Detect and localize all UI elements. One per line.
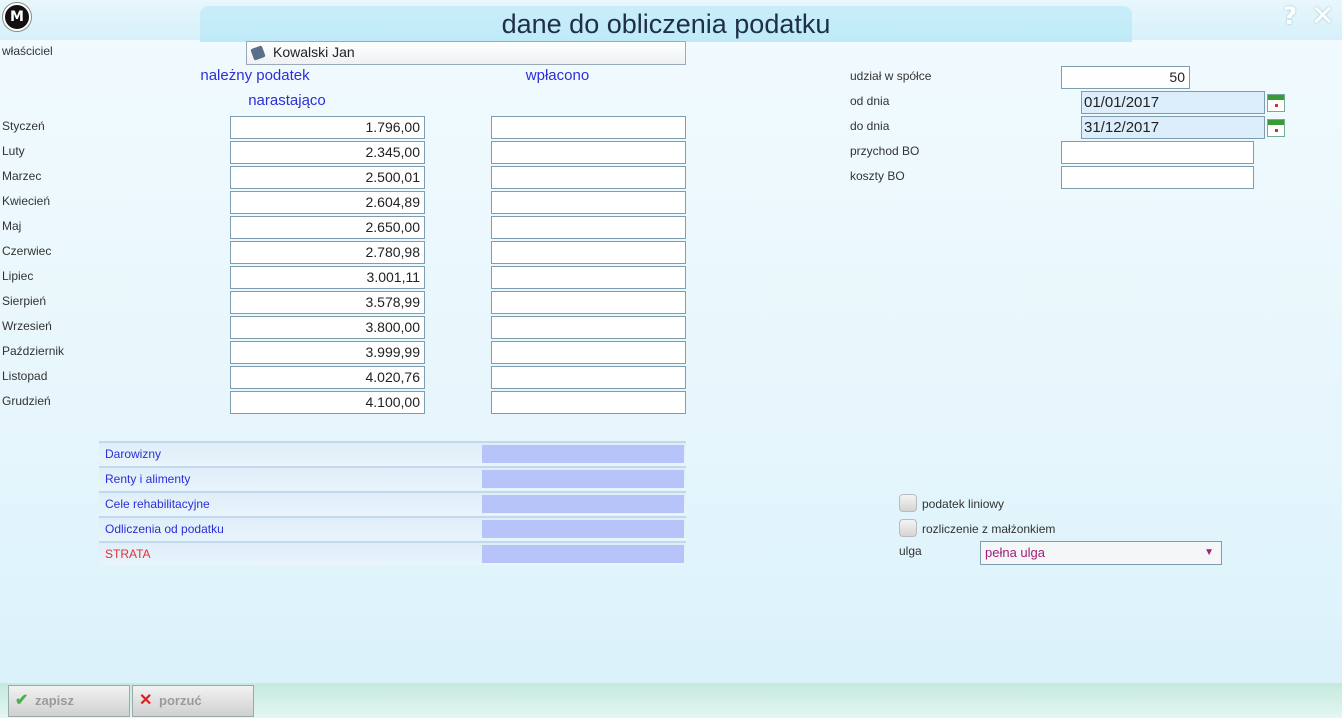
deduction-value-field[interactable]: [482, 470, 684, 488]
paid-input[interactable]: [491, 366, 686, 389]
paid-column-header: wpłacono: [525, 67, 590, 84]
chevron-down-icon: ▼: [1204, 547, 1214, 558]
deduction-label: STRATA: [105, 547, 151, 561]
spouse-checkbox[interactable]: [899, 519, 917, 537]
discard-button[interactable]: ✕ porzuć: [132, 685, 254, 717]
deduction-label: Renty i alimenty: [105, 472, 191, 486]
relief-select[interactable]: pełna ulga ▼: [980, 541, 1222, 565]
month-label: Lipiec: [2, 269, 34, 283]
help-icon[interactable]: ?: [1283, 2, 1297, 30]
due-tax-input[interactable]: 1.796,00: [230, 116, 425, 139]
deduction-label: Darowizny: [105, 447, 162, 461]
due-tax-input[interactable]: 3.999,99: [230, 341, 425, 364]
due-tax-input[interactable]: 2.345,00: [230, 141, 425, 164]
paid-input[interactable]: [491, 266, 686, 289]
linear-tax-checkbox[interactable]: [899, 494, 917, 512]
deduction-label: Cele rehabilitacyjne: [105, 497, 210, 511]
due-tax-input[interactable]: 2.650,00: [230, 216, 425, 239]
month-label: Wrzesień: [2, 319, 52, 333]
due-tax-input[interactable]: 2.500,01: [230, 166, 425, 189]
discard-label: porzuć: [159, 693, 202, 708]
costs-label: koszty BO: [850, 169, 905, 183]
costs-input[interactable]: [1061, 166, 1254, 189]
cross-icon: ✕: [139, 692, 153, 709]
from-date-label: od dnia: [850, 94, 890, 108]
paid-input[interactable]: [491, 291, 686, 314]
deduction-value-field[interactable]: [482, 545, 684, 563]
month-label: Październik: [2, 344, 65, 358]
pointer-icon: [250, 45, 266, 61]
month-label: Maj: [2, 219, 22, 233]
relief-value: pełna ulga: [985, 545, 1045, 560]
due-tax-input[interactable]: 2.604,89: [230, 191, 425, 214]
due-tax-input[interactable]: 3.001,11: [230, 266, 425, 289]
share-input[interactable]: 50: [1061, 66, 1190, 89]
paid-input[interactable]: [491, 391, 686, 414]
save-button[interactable]: ✔ zapisz: [8, 685, 130, 717]
calendar-icon[interactable]: [1267, 119, 1285, 137]
income-label: przychod BO: [850, 144, 920, 158]
calendar-icon[interactable]: [1267, 94, 1285, 112]
due-tax-input[interactable]: 3.578,99: [230, 291, 425, 314]
to-date-input[interactable]: 31/12/2017: [1081, 116, 1265, 139]
due-column-header: należny podatek: [200, 67, 310, 84]
deduction-row[interactable]: STRATA: [99, 541, 686, 565]
share-label: udział w spółce: [850, 69, 932, 83]
deduction-value-field[interactable]: [482, 495, 684, 513]
month-label: Czerwiec: [2, 244, 52, 258]
spouse-label: rozliczenie z małżonkiem: [922, 522, 1056, 536]
due-tax-input[interactable]: 4.100,00: [230, 391, 425, 414]
due-column-header-line2: narastająco: [248, 92, 326, 109]
due-tax-input[interactable]: 4.020,76: [230, 366, 425, 389]
deduction-row[interactable]: Renty i alimenty: [99, 466, 686, 490]
paid-input[interactable]: [491, 116, 686, 139]
check-icon: ✔: [15, 692, 29, 709]
month-label: Kwiecień: [2, 194, 51, 208]
window-title: dane do obliczenia podatku: [200, 6, 1132, 42]
close-icon[interactable]: ✕: [1311, 0, 1334, 32]
to-date-label: do dnia: [850, 119, 890, 133]
save-label: zapisz: [35, 693, 75, 708]
paid-input[interactable]: [491, 191, 686, 214]
month-label: Grudzień: [2, 394, 51, 408]
month-label: Luty: [2, 144, 25, 158]
deduction-row[interactable]: Darowizny: [99, 441, 686, 465]
deduction-row[interactable]: Cele rehabilitacyjne: [99, 491, 686, 515]
app-logo: M: [3, 3, 31, 31]
month-label: Sierpień: [2, 294, 47, 308]
due-tax-input[interactable]: 2.780,98: [230, 241, 425, 264]
paid-input[interactable]: [491, 216, 686, 239]
deduction-value-field[interactable]: [482, 520, 684, 538]
from-date-input[interactable]: 01/01/2017: [1081, 91, 1265, 114]
paid-input[interactable]: [491, 341, 686, 364]
month-label: Styczeń: [2, 119, 45, 133]
income-input[interactable]: [1061, 141, 1254, 164]
deduction-label: Odliczenia od podatku: [105, 522, 224, 536]
paid-input[interactable]: [491, 141, 686, 164]
relief-label: ulga: [899, 544, 922, 558]
paid-input[interactable]: [491, 241, 686, 264]
owner-field[interactable]: Kowalski Jan: [246, 41, 686, 65]
due-tax-input[interactable]: 3.800,00: [230, 316, 425, 339]
paid-input[interactable]: [491, 166, 686, 189]
month-label: Marzec: [2, 169, 42, 183]
month-label: Listopad: [2, 369, 48, 383]
deduction-row[interactable]: Odliczenia od podatku: [99, 516, 686, 540]
paid-input[interactable]: [491, 316, 686, 339]
deduction-value-field[interactable]: [482, 445, 684, 463]
linear-tax-label: podatek liniowy: [922, 497, 1005, 511]
owner-label: właściciel: [2, 44, 53, 58]
owner-value: Kowalski Jan: [273, 44, 355, 60]
